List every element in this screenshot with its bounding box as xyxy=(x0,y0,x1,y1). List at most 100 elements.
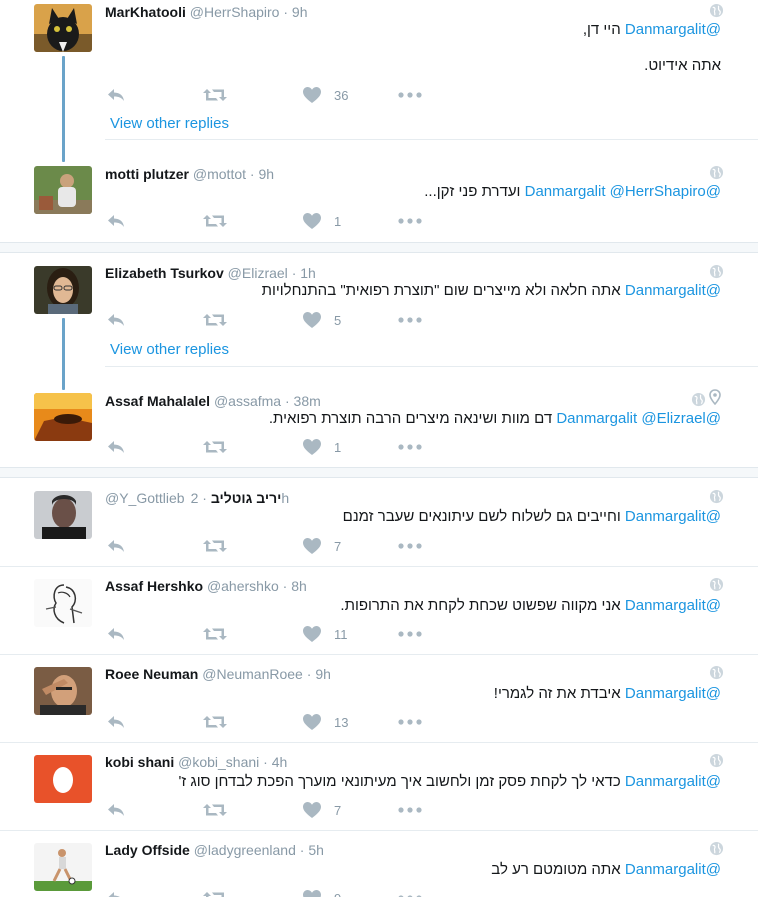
retweet-button[interactable] xyxy=(203,625,227,643)
user-handle[interactable]: @ahershko xyxy=(207,578,279,594)
retweet-icon xyxy=(203,439,227,455)
retweet-button[interactable] xyxy=(203,86,227,104)
retweet-button[interactable] xyxy=(203,438,227,456)
user-name[interactable]: Roee Neuman xyxy=(105,666,198,682)
like-button[interactable]: 7 xyxy=(302,537,341,555)
more-button[interactable] xyxy=(398,311,422,329)
mention-link[interactable]: @Danmargalit xyxy=(625,21,721,38)
tweet-text: @Danmargalit @Elizrael דם מוות ושינאה מי… xyxy=(269,409,721,429)
user-name[interactable]: kobi shani xyxy=(105,754,174,770)
tweet-actions: 9 xyxy=(106,889,436,897)
user-handle[interactable]: @kobi_shani xyxy=(178,754,259,770)
timestamp[interactable]: 5h xyxy=(308,842,324,858)
more-button[interactable] xyxy=(398,438,422,456)
tweet-header: MarKhatooli @HerrShapiro · 9h xyxy=(105,3,308,21)
man-portrait-avatar[interactable] xyxy=(34,491,92,539)
conversation-separator xyxy=(0,242,758,253)
tweet[interactable]: MarKhatooli @HerrShapiro · 9h @Danmargal… xyxy=(0,0,758,140)
tweet[interactable]: kobi shani @kobi_shani · 4h @Danmargalit… xyxy=(0,743,758,831)
more-button[interactable] xyxy=(398,86,422,104)
retweet-button[interactable] xyxy=(203,801,227,819)
timestamp[interactable]: 4h xyxy=(272,754,288,770)
retweet-icon xyxy=(203,714,227,730)
user-name[interactable]: Elizabeth Tsurkov xyxy=(105,265,224,281)
user-name[interactable]: MarKhatooli xyxy=(105,4,186,20)
more-button[interactable] xyxy=(398,537,422,555)
like-button[interactable]: 9 xyxy=(302,889,341,897)
reply-button[interactable] xyxy=(106,311,126,329)
user-handle[interactable]: @Elizrael xyxy=(228,265,288,281)
user-name[interactable]: motti plutzer xyxy=(105,166,189,182)
reply-button[interactable] xyxy=(106,537,126,555)
retweet-button[interactable] xyxy=(203,212,227,230)
like-button[interactable]: 11 xyxy=(302,625,348,643)
man-saluting-avatar[interactable] xyxy=(34,667,92,715)
orange-scene-avatar[interactable] xyxy=(34,393,92,441)
reply-button[interactable] xyxy=(106,438,126,456)
retweet-button[interactable] xyxy=(203,537,227,555)
tweet[interactable]: Assaf Hershko @ahershko · 8h @Danmargali… xyxy=(0,567,758,655)
mention-link[interactable]: @Danmargalit xyxy=(625,685,721,702)
tweet[interactable]: motti plutzer @mottot · 9h @Danmargalit … xyxy=(0,160,758,242)
more-button[interactable] xyxy=(398,889,422,897)
timestamp[interactable]: 38m xyxy=(294,393,321,409)
tweet[interactable]: @Y_Gottlieb יריב גוטליב · 2h @Danmargalit… xyxy=(0,478,758,567)
mention-link[interactable]: @Danmargalit @Elizrael xyxy=(556,410,721,427)
mention-link[interactable]: @Danmargalit xyxy=(625,508,721,525)
man-outdoor-avatar[interactable] xyxy=(34,166,92,214)
mention-link[interactable]: @Danmargalit xyxy=(625,773,721,790)
user-name[interactable]: Assaf Mahalalel xyxy=(105,393,210,409)
reply-button[interactable] xyxy=(106,86,126,104)
user-handle[interactable]: @mottot xyxy=(193,166,246,182)
tweet[interactable]: Lady Offside @ladygreenland · 5h @Danmar… xyxy=(0,831,758,897)
like-button[interactable]: 1 xyxy=(302,212,341,230)
user-handle[interactable]: @assafma xyxy=(214,393,281,409)
sketch-avatar[interactable] xyxy=(34,579,92,627)
timestamp[interactable]: 8h xyxy=(291,578,307,594)
more-button[interactable] xyxy=(398,625,422,643)
tweet[interactable]: Elizabeth Tsurkov @Elizrael · 1h @Danmar… xyxy=(0,253,758,367)
mention-link[interactable]: @Danmargalit xyxy=(625,597,721,614)
more-button[interactable] xyxy=(398,212,422,230)
egg-avatar[interactable] xyxy=(34,755,92,803)
reply-button[interactable] xyxy=(106,212,126,230)
mention-link[interactable]: @Danmargalit xyxy=(625,282,721,299)
view-other-replies-link[interactable]: View other replies xyxy=(110,115,229,133)
tweet[interactable]: Roee Neuman @NeumanRoee · 9h @Danmargali… xyxy=(0,655,758,743)
user-name[interactable]: Assaf Hershko xyxy=(105,578,203,594)
mention-link[interactable]: @Danmargalit @HerrShapiro xyxy=(525,183,721,200)
like-button[interactable]: 1 xyxy=(302,438,341,456)
like-button[interactable]: 5 xyxy=(302,311,341,329)
reply-button[interactable] xyxy=(106,625,126,643)
like-button[interactable]: 7 xyxy=(302,801,341,819)
timestamp[interactable]: 9h xyxy=(292,4,308,20)
reply-button[interactable] xyxy=(106,801,126,819)
more-button[interactable] xyxy=(398,713,422,731)
user-handle[interactable]: @HerrShapiro xyxy=(190,4,280,20)
woman-avatar[interactable] xyxy=(34,266,92,314)
location-pin-icon[interactable] xyxy=(709,389,721,405)
more-button[interactable] xyxy=(398,801,422,819)
user-handle[interactable]: @Y_Gottlieb xyxy=(105,490,185,506)
user-handle[interactable]: @NeumanRoee xyxy=(202,666,303,682)
retweet-button[interactable] xyxy=(203,713,227,731)
user-name[interactable]: יריב גוטליב xyxy=(211,490,282,506)
retweet-icon xyxy=(203,213,227,229)
like-button[interactable]: 13 xyxy=(302,713,348,731)
user-name[interactable]: Lady Offside xyxy=(105,842,190,858)
tweet[interactable]: Assaf Mahalalel @assafma · 38m @Danmarga… xyxy=(0,387,758,467)
timestamp[interactable]: 1h xyxy=(300,265,316,281)
user-handle[interactable]: @ladygreenland xyxy=(194,842,296,858)
cat-avatar[interactable] xyxy=(34,4,92,52)
timestamp[interactable]: 9h xyxy=(315,666,331,682)
reply-button[interactable] xyxy=(106,889,126,897)
retweet-button[interactable] xyxy=(203,889,227,897)
soccer-player-avatar[interactable] xyxy=(34,843,92,891)
retweet-button[interactable] xyxy=(203,311,227,329)
timestamp[interactable]: 9h xyxy=(258,166,274,182)
tweet-text: @Danmargalit איבדת את זה לגמרי! xyxy=(494,684,721,704)
reply-button[interactable] xyxy=(106,713,126,731)
like-button[interactable]: 36 xyxy=(302,86,348,104)
mention-link[interactable]: @Danmargalit xyxy=(625,861,721,878)
view-other-replies-link[interactable]: View other replies xyxy=(110,341,229,359)
